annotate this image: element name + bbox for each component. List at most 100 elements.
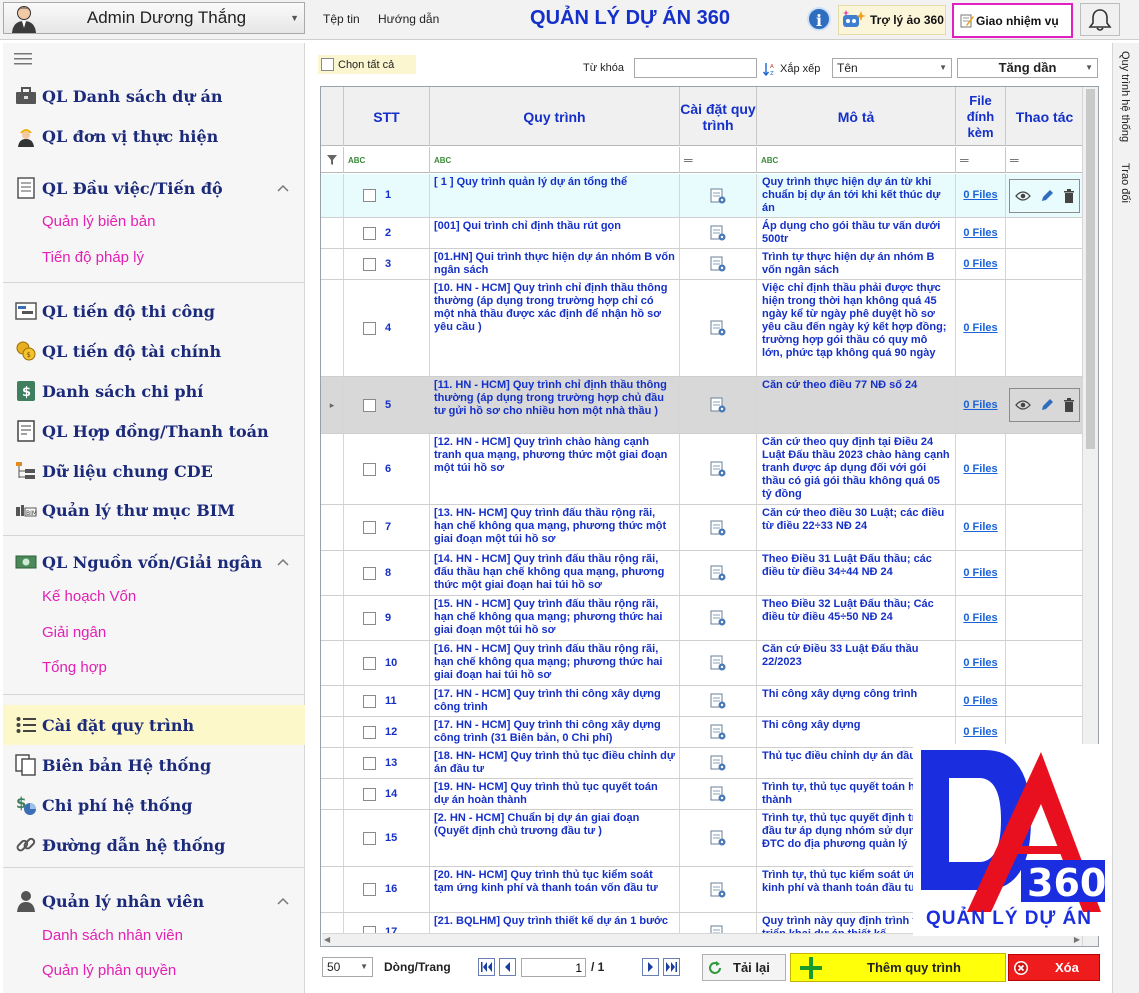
table-row[interactable]: 3 [01.HN] Qui trình thực hiện dự án nhóm … xyxy=(321,249,1083,280)
first-page-button[interactable] xyxy=(478,958,495,976)
filter-actions[interactable]: ═ xyxy=(1006,147,1083,173)
sidebar-item-bim[interactable]: BIM Quản lý thư mục BIM xyxy=(3,492,305,528)
current-page-input[interactable] xyxy=(521,958,586,977)
delete-button[interactable]: Xóa xyxy=(1008,954,1100,981)
sidebar-item-costs[interactable]: $ Danh sách chi phí xyxy=(3,373,305,409)
table-row[interactable]: 1 [ 1 ] Quy trình quản lý dự án tổng thể Q… xyxy=(321,174,1083,218)
row-checkbox[interactable] xyxy=(363,321,376,335)
row-checkbox[interactable] xyxy=(363,566,376,580)
menu-help[interactable]: Hướng dẫn xyxy=(378,12,439,26)
sidebar-item-projects[interactable]: QL Danh sách dự án xyxy=(3,78,305,114)
process-name-cell[interactable]: [001] Qui trình chỉ định thầu rút gọn xyxy=(430,218,680,248)
process-name-cell[interactable]: [11. HN - HCM] Quy trình chỉ định thầu t… xyxy=(430,377,680,433)
sidebar-subitem-staff-list[interactable]: Danh sách nhân viên xyxy=(42,927,183,944)
sidebar-subitem-legal-progress[interactable]: Tiến độ pháp lý xyxy=(42,249,144,266)
table-row[interactable]: 10 [16. HN - HCM] Quy trình đấu thầu rộng… xyxy=(321,641,1083,686)
process-settings-icon[interactable] xyxy=(710,320,726,336)
process-name-cell[interactable]: [12. HN - HCM] Quy trình chào hàng cạnh … xyxy=(430,434,680,504)
process-settings-icon[interactable] xyxy=(710,520,726,536)
table-row[interactable]: 11 [17. HN - HCM] Quy trình thi công xây … xyxy=(321,686,1083,717)
table-row[interactable]: ▸ 5 [11. HN - HCM] Quy trình chỉ định thầu… xyxy=(321,377,1083,434)
process-name-cell[interactable]: [17. HN - HCM] Quy trình thi công xây dự… xyxy=(430,717,680,747)
row-checkbox[interactable] xyxy=(363,226,376,240)
sidebar-item-funding[interactable]: QL Nguồn vốn/Giải ngân xyxy=(3,544,305,580)
sidebar-item-process-setup[interactable]: Cài đặt quy trình xyxy=(3,705,305,745)
sidebar-item-staff[interactable]: Quản lý nhân viên xyxy=(3,883,305,919)
process-settings-icon[interactable] xyxy=(710,724,726,740)
sidebar-item-tasks[interactable]: QL Đầu việc/Tiến độ xyxy=(3,170,305,206)
eye-icon[interactable] xyxy=(1014,190,1031,202)
process-settings-icon[interactable] xyxy=(710,830,726,846)
process-settings-icon[interactable] xyxy=(710,693,726,709)
process-name-cell[interactable]: [15. HN - HCM] Quy trình đấu thầu rộng r… xyxy=(430,596,680,640)
scroll-left-icon[interactable]: ◀ xyxy=(324,935,330,944)
row-checkbox[interactable] xyxy=(363,257,376,271)
row-checkbox[interactable] xyxy=(363,656,376,670)
last-page-button[interactable] xyxy=(663,958,680,976)
row-checkbox[interactable] xyxy=(363,521,376,534)
header-actions[interactable]: Thao tác xyxy=(1006,87,1083,146)
row-checkbox[interactable] xyxy=(363,725,376,739)
virtual-assistant-button[interactable]: Trợ lý ảo 360 xyxy=(838,5,946,35)
row-checkbox[interactable] xyxy=(363,462,376,476)
sidebar-item-contracts[interactable]: QL Hợp đồng/Thanh toán xyxy=(3,413,305,449)
add-process-button[interactable]: Thêm quy trình xyxy=(790,953,1006,982)
notification-button[interactable] xyxy=(1080,3,1120,36)
process-name-cell[interactable]: [14. HN - HCM] Quy trình đấu thầu rộng r… xyxy=(430,551,680,595)
files-link[interactable]: 0 Files xyxy=(956,280,1006,376)
process-name-cell[interactable]: [16. HN - HCM] Quy trình đấu thầu rộng r… xyxy=(430,641,680,685)
process-settings-icon[interactable] xyxy=(710,882,726,898)
tab-discussion[interactable]: Trao đổi xyxy=(1119,163,1131,203)
sidebar-item-system-minutes[interactable]: Biên bản Hệ thống xyxy=(3,747,305,783)
reload-button[interactable]: Tải lại xyxy=(702,954,786,981)
files-link[interactable]: 0 Files xyxy=(956,377,1006,433)
edit-icon[interactable] xyxy=(1040,189,1054,203)
process-settings-icon[interactable] xyxy=(710,256,726,272)
table-row[interactable]: 6 [12. HN - HCM] Quy trình chào hàng cạnh… xyxy=(321,434,1083,505)
files-link[interactable]: 0 Files xyxy=(956,218,1006,248)
row-checkbox[interactable] xyxy=(363,694,376,708)
header-stt[interactable]: STT xyxy=(344,87,430,146)
process-name-cell[interactable]: [20. HN- HCM] Quy trình thủ tục kiểm soá… xyxy=(430,867,680,912)
process-settings-icon[interactable] xyxy=(710,755,726,771)
header-files[interactable]: File đính kèm xyxy=(956,87,1006,146)
files-link[interactable]: 0 Files xyxy=(956,686,1006,716)
process-settings-icon[interactable] xyxy=(710,397,726,413)
filter-stt[interactable]: ABC xyxy=(344,147,430,173)
next-page-button[interactable] xyxy=(642,958,659,976)
checkbox[interactable] xyxy=(321,58,334,71)
filter-setup[interactable]: ═ xyxy=(680,147,757,173)
row-checkbox[interactable] xyxy=(363,756,376,770)
process-name-cell[interactable]: [18. HN- HCM] Quy trình thủ tục điều chỉ… xyxy=(430,748,680,778)
select-all-checkbox[interactable]: Chọn tất cả xyxy=(318,55,416,74)
header-description[interactable]: Mô tả xyxy=(757,87,956,146)
process-name-cell[interactable]: [ 1 ] Quy trình quản lý dự án tổng thể xyxy=(430,174,680,217)
table-row[interactable]: 4 [10. HN - HCM] Quy trình chỉ định thầu … xyxy=(321,280,1083,377)
edit-icon[interactable] xyxy=(1040,398,1054,412)
files-link[interactable]: 0 Files xyxy=(956,505,1006,550)
menu-file[interactable]: Tệp tin xyxy=(323,12,360,26)
files-link[interactable]: 0 Files xyxy=(956,434,1006,504)
files-link[interactable]: 0 Files xyxy=(956,174,1006,217)
scroll-right-icon[interactable]: ▶ xyxy=(1074,935,1080,944)
sidebar-item-financial-progress[interactable]: $ QL tiến độ tài chính xyxy=(3,333,305,369)
sidebar-subitem-permissions[interactable]: Quản lý phân quyền xyxy=(42,962,176,979)
chevron-up-icon[interactable] xyxy=(277,181,289,195)
filter-files[interactable]: ═ xyxy=(956,147,1006,173)
process-name-cell[interactable]: [2. HN - HCM] Chuẩn bị dự án giai đoạn (… xyxy=(430,810,680,866)
filter-process[interactable]: ABC xyxy=(430,147,680,173)
header-setup[interactable]: Cài đặt quy trình xyxy=(680,87,757,146)
table-row[interactable]: 7 [13. HN- HCM] Quy trình đấu thầu rộng r… xyxy=(321,505,1083,551)
filter-icon[interactable] xyxy=(321,147,344,173)
tab-system-process[interactable]: Quy trình hệ thống xyxy=(1119,51,1131,142)
row-checkbox[interactable] xyxy=(363,883,376,896)
header-process[interactable]: Quy trình xyxy=(430,87,680,146)
user-dropdown[interactable]: Admin Dương Thắng ▼ xyxy=(3,2,305,34)
process-settings-icon[interactable] xyxy=(710,610,726,626)
sidebar-item-contractors[interactable]: QL đơn vị thực hiện xyxy=(3,118,305,154)
files-link[interactable]: 0 Files xyxy=(956,551,1006,595)
prev-page-button[interactable] xyxy=(499,958,516,976)
process-settings-icon[interactable] xyxy=(710,225,726,241)
chevron-up-icon[interactable] xyxy=(277,555,289,569)
files-link[interactable]: 0 Files xyxy=(956,717,1006,747)
